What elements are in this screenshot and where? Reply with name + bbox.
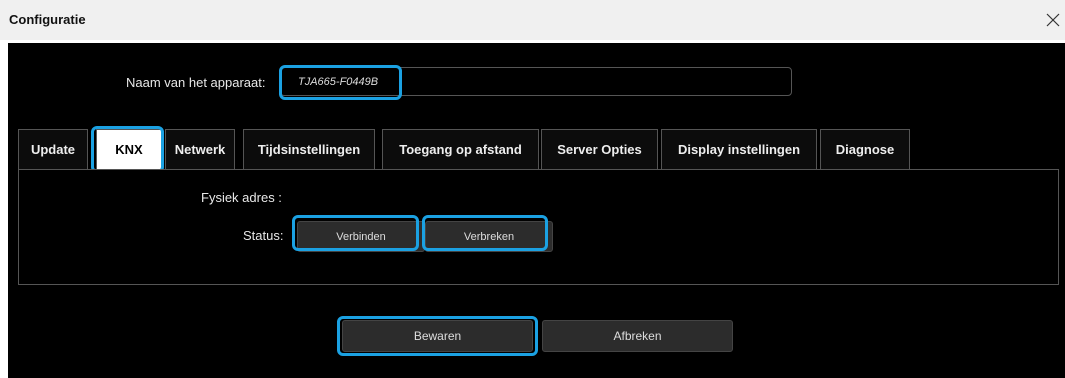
tab-netwerk[interactable]: Netwerk	[165, 129, 235, 169]
save-button[interactable]: Bewaren	[342, 320, 533, 352]
tab-display-instellingen[interactable]: Display instellingen	[661, 129, 817, 169]
tab-toegang-op-afstand[interactable]: Toegang op afstand	[382, 129, 539, 169]
close-icon[interactable]	[1045, 12, 1061, 28]
tab-server-opties[interactable]: Server Opties	[541, 129, 658, 169]
physical-address-label: Fysiek adres :	[201, 190, 282, 205]
tab-knx[interactable]: KNX	[96, 129, 162, 169]
tab-bar: Update KNX Netwerk Tijdsinstellingen Toe…	[8, 129, 1065, 169]
knx-panel: Fysiek adres : Status: Verbinden Verbrek…	[18, 169, 1059, 285]
connect-button[interactable]: Verbinden	[297, 221, 425, 252]
disconnect-button[interactable]: Verbreken	[425, 221, 553, 252]
device-name-value: TJA665-F0449B	[298, 76, 379, 88]
window-title: Configuratie	[9, 12, 86, 27]
tab-update[interactable]: Update	[18, 129, 88, 169]
tab-tijdsinstellingen[interactable]: Tijdsinstellingen	[243, 129, 375, 169]
configuration-dialog: Naam van het apparaat: TJA665-F0449B Upd…	[8, 43, 1065, 378]
device-name-label: Naam van het apparaat:	[126, 75, 266, 90]
status-label: Status:	[243, 228, 284, 243]
cancel-button[interactable]: Afbreken	[542, 320, 733, 352]
tab-diagnose[interactable]: Diagnose	[820, 129, 910, 169]
device-name-input[interactable]: TJA665-F0449B	[280, 67, 792, 96]
title-bar: Configuratie	[0, 0, 1065, 40]
